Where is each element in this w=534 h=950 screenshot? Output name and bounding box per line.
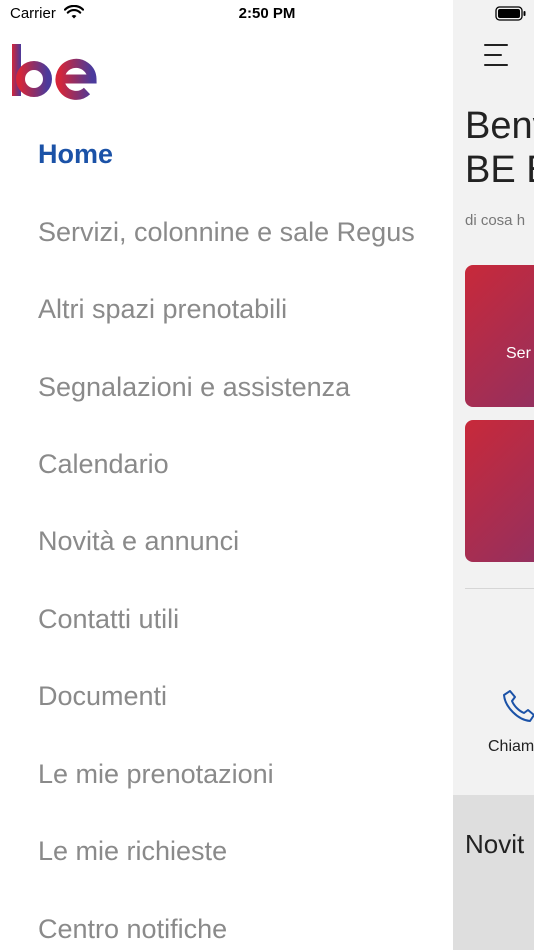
phone-icon[interactable] xyxy=(501,688,534,729)
side-menu-drawer: Home Servizi, colonnine e sale Regus Alt… xyxy=(0,0,453,950)
menu-item-news[interactable]: Novità e annunci xyxy=(38,524,239,558)
menu-item-my-bookings[interactable]: Le mie prenotazioni xyxy=(38,757,274,791)
menu-item-reports[interactable]: Segnalazioni e assistenza xyxy=(38,370,350,404)
call-button-label[interactable]: Chiam xyxy=(488,738,534,756)
news-section-title: Novit xyxy=(465,829,525,859)
feature-card[interactable] xyxy=(465,420,534,562)
services-card-label: Ser xyxy=(506,345,531,362)
hamburger-menu-icon[interactable] xyxy=(484,44,508,66)
menu-item-my-requests[interactable]: Le mie richieste xyxy=(38,834,227,868)
menu-item-documents[interactable]: Documenti xyxy=(38,679,167,713)
welcome-subtitle: di cosa h xyxy=(465,212,526,229)
menu-item-calendar[interactable]: Calendario xyxy=(38,447,169,481)
services-card[interactable]: Ser xyxy=(465,265,534,407)
battery-icon xyxy=(495,6,527,26)
menu-item-services[interactable]: Servizi, colonnine e sale Regus xyxy=(38,215,415,249)
menu-item-home[interactable]: Home xyxy=(38,137,113,171)
divider xyxy=(465,588,534,589)
menu-item-other-spaces[interactable]: Altri spazi prenotabili xyxy=(38,292,287,326)
be-logo xyxy=(12,44,100,105)
news-section: Novit xyxy=(453,795,534,950)
menu-item-notifications[interactable]: Centro notifiche xyxy=(38,912,227,946)
menu-item-contacts[interactable]: Contatti utili xyxy=(38,602,179,636)
clock: 2:50 PM xyxy=(238,5,296,22)
status-bar: Carrier 2:50 PM xyxy=(0,0,534,28)
welcome-title: Benv BE E xyxy=(465,105,534,191)
home-screen-panel: Benv BE E di cosa h Ser Chiam Novit xyxy=(453,0,534,950)
